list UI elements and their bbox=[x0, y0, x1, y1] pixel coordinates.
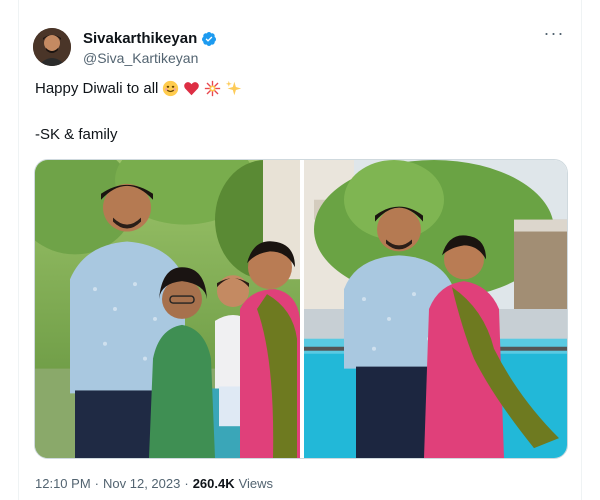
tweet-text-line1: Happy Diwali to all bbox=[35, 80, 242, 97]
red-heart-icon bbox=[184, 82, 200, 96]
sparkler-icon bbox=[205, 80, 221, 97]
tweet-time[interactable]: 12:10 PM bbox=[35, 476, 91, 491]
more-options-button[interactable]: ··· bbox=[541, 24, 567, 46]
author-display-name[interactable]: Sivakarthikeyan bbox=[83, 30, 197, 47]
media-grid[interactable] bbox=[34, 159, 568, 459]
sparkles-icon bbox=[226, 80, 242, 96]
family-photo-2[interactable] bbox=[304, 160, 567, 458]
meta-separator: · bbox=[94, 476, 99, 491]
avatar[interactable] bbox=[33, 28, 71, 66]
tweet-text-line2: -SK & family bbox=[35, 126, 118, 143]
views-label: Views bbox=[238, 476, 274, 491]
tweet-date[interactable]: Nov 12, 2023 bbox=[103, 476, 180, 491]
smiling-face-icon bbox=[163, 80, 179, 97]
author-handle[interactable]: @Siva_Kartikeyan bbox=[83, 50, 198, 66]
meta-separator-2: · bbox=[184, 476, 189, 491]
views-count: 260.4K bbox=[192, 476, 235, 491]
verified-badge-icon bbox=[202, 31, 217, 46]
tweet-card[interactable]: Sivakarthikeyan @Siva_Kartikeyan ··· Hap… bbox=[18, 0, 582, 500]
tweet-text: Happy Diwali to all bbox=[35, 80, 159, 97]
tweet-meta: 12:10 PM · Nov 12, 2023 · 260.4K Views bbox=[35, 476, 273, 491]
family-photo-1[interactable] bbox=[35, 160, 300, 458]
